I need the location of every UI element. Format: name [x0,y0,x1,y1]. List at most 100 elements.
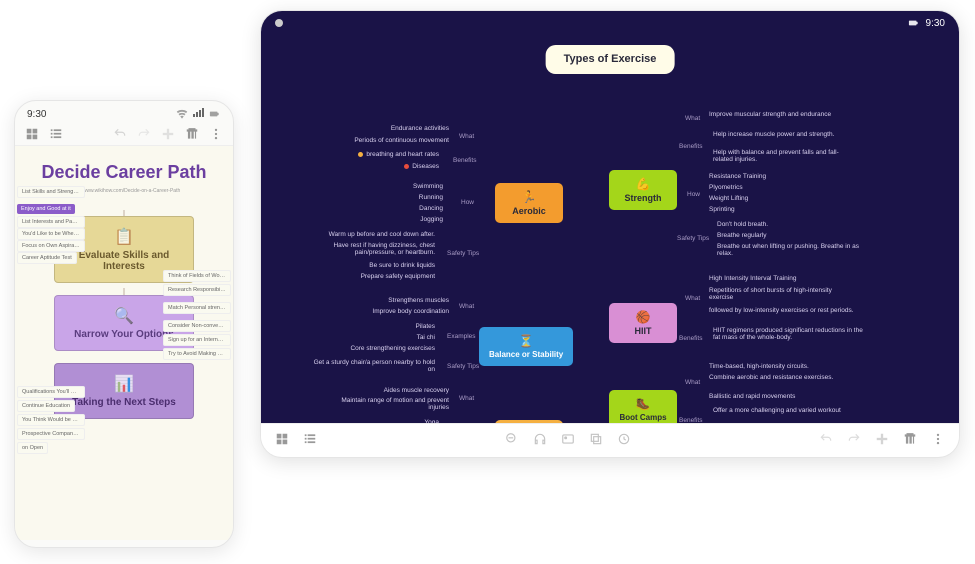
leaf[interactable]: Repetitions of short bursts of high-inte… [709,287,849,301]
leaf[interactable]: Dancing [419,205,443,212]
leaf[interactable]: Time-based, high-intensity circuits. [709,363,809,370]
mindmap-title[interactable]: Decide Career Path [15,146,233,188]
node-hiit[interactable]: 🏀HIIT [609,303,677,343]
format-icon[interactable] [903,432,917,446]
phone-leaf[interactable]: Focus on Own Aspiration [17,240,85,252]
leaf[interactable]: HIIT regimens produced significant reduc… [713,327,863,341]
phone-device: 9:30 Decide Career Path https://www.wiki… [14,100,234,548]
phone-leaf[interactable]: on Open [17,442,48,454]
leaf[interactable]: Core strengthening exercises [350,345,435,352]
leaf[interactable]: Offer a more challenging and varied work… [713,407,841,414]
format-icon[interactable] [185,127,199,141]
node-aerobic[interactable]: 🏃Aerobic [495,183,563,223]
leaf[interactable]: Breathe out when lifting or pushing. Bre… [717,243,867,257]
leaf[interactable]: Help with balance and prevent falls and … [713,149,853,163]
crop-icon[interactable] [589,432,603,446]
phone-leaf[interactable]: List Skills and Strengths [17,186,85,198]
leaf[interactable]: Periods of continuous movement [354,137,449,144]
add-icon[interactable] [875,432,889,446]
clock-icon[interactable] [617,432,631,446]
leaf[interactable]: Weight Lifting [709,195,748,202]
phone-canvas[interactable]: Decide Career Path https://www.wikihow.c… [15,146,233,540]
leaf[interactable]: Be sure to drink liquids [369,262,435,269]
node-bootcamps[interactable]: 🥾Boot Camps [609,390,677,423]
leaf[interactable]: Maintain range of motion and prevent inj… [319,397,449,411]
redo-icon[interactable] [137,127,151,141]
leaf[interactable]: Endurance activities [391,125,449,132]
leaf[interactable]: Get a sturdy chair/a person nearby to ho… [305,359,435,373]
leaf[interactable]: Plyometrics [709,184,743,191]
more-icon[interactable] [931,432,945,446]
phone-leaf[interactable]: Sign up for an Internship/Apprent [163,334,231,346]
tablet-canvas[interactable]: Types of Exercise 🏃Aerobic ⏳Balance or S… [261,35,959,423]
leaf[interactable]: Sprinting [709,206,735,213]
headphones-icon[interactable] [533,432,547,446]
phone-leaf[interactable]: Try to Avoid Making a Decision B Money [163,348,231,360]
phone-leaf[interactable]: Research Responsibilities of Job within … [163,284,231,296]
phone-leaf[interactable]: You'd Like to be When Retire [17,228,85,240]
leaf[interactable]: Breathe regularly [717,232,767,239]
phone-leaf[interactable]: Qualifications You'll Need for the [17,386,85,398]
leaf[interactable]: Pilates [415,323,435,330]
label-what: What [685,115,700,122]
leaf[interactable]: followed by low-intensity exercises or r… [709,307,854,314]
label-safety: Safety Tips [677,235,709,242]
tablet-time: 9:30 [926,18,945,29]
label-benefits: Benefits [453,157,477,164]
leaf[interactable]: Swimming [413,183,443,190]
node-flexibility[interactable]: 🧘Flexibility [495,420,563,423]
image-icon[interactable] [561,432,575,446]
leaf[interactable]: Diseases [404,163,439,170]
leaf[interactable]: High Intensity Interval Training [709,275,796,282]
leaf[interactable]: Warm up before and cool down after. [329,231,435,238]
list-view-icon[interactable] [303,432,317,446]
leaf[interactable]: Yoga [424,419,439,423]
label-safety: Safety Tips [447,363,479,370]
camera-dot-icon [275,19,283,27]
zoom-out-icon[interactable] [505,432,519,446]
label-what: What [685,295,700,302]
phone-leaf[interactable]: Continue Education [17,400,75,412]
phone-leaf[interactable]: Consider Non-conventional Car [163,320,231,332]
phone-leaf[interactable]: Match Personal strengths and Potential J… [163,302,231,314]
list-view-icon[interactable] [49,127,63,141]
leaf[interactable]: Ballistic and rapid movements [709,393,795,400]
node-balance[interactable]: ⏳Balance or Stability [479,327,573,366]
grid-view-icon[interactable] [275,432,289,446]
phone-leaf[interactable]: List Interests and Passions [17,216,85,228]
wifi-icon [175,107,189,121]
grid-view-icon[interactable] [25,127,39,141]
leaf[interactable]: Improve muscular strength and endurance [709,111,831,118]
leaf[interactable]: Strengthens muscles [388,297,449,304]
leaf[interactable]: Don't hold breath. [717,221,768,228]
phone-leaf[interactable]: Career Aptitude Test [17,252,77,264]
leaf[interactable]: Resistance Training [709,173,766,180]
phone-status-icons [175,107,221,121]
phone-toolbar [15,123,233,146]
node-strength[interactable]: 💪Strength [609,170,677,210]
undo-icon[interactable] [113,127,127,141]
leaf[interactable]: Aides muscle recovery [384,387,449,394]
redo-icon[interactable] [847,432,861,446]
leaf[interactable]: Prepare safety equipment [361,273,435,280]
phone-leaf[interactable]: Enjoy and Good at it [17,204,75,214]
battery-icon [906,16,920,30]
phone-leaf[interactable]: You Think Would be a Good Fit [17,414,85,426]
add-icon[interactable] [161,127,175,141]
leaf[interactable]: Combine aerobic and resistance exercises… [709,374,833,381]
more-icon[interactable] [209,127,223,141]
leaf[interactable]: Have rest if having dizziness, chest pai… [305,242,435,256]
label-benefits: Benefits [679,143,703,150]
leaf[interactable]: Running [419,194,443,201]
phone-leaf[interactable]: Prospective Company's Values [17,428,85,440]
phone-leaf[interactable]: Think of Fields of Work Broadly [163,270,231,282]
label-what: What [459,303,474,310]
leaf[interactable]: Improve body coordination [372,308,449,315]
leaf[interactable]: Help increase muscle power and strength. [713,131,834,138]
root-node[interactable]: Types of Exercise [546,45,675,74]
label-how: How [687,191,700,198]
leaf[interactable]: Tai chi [417,334,435,341]
leaf[interactable]: Jogging [420,216,443,223]
undo-icon[interactable] [819,432,833,446]
leaf[interactable]: breathing and heart rates [358,151,439,158]
